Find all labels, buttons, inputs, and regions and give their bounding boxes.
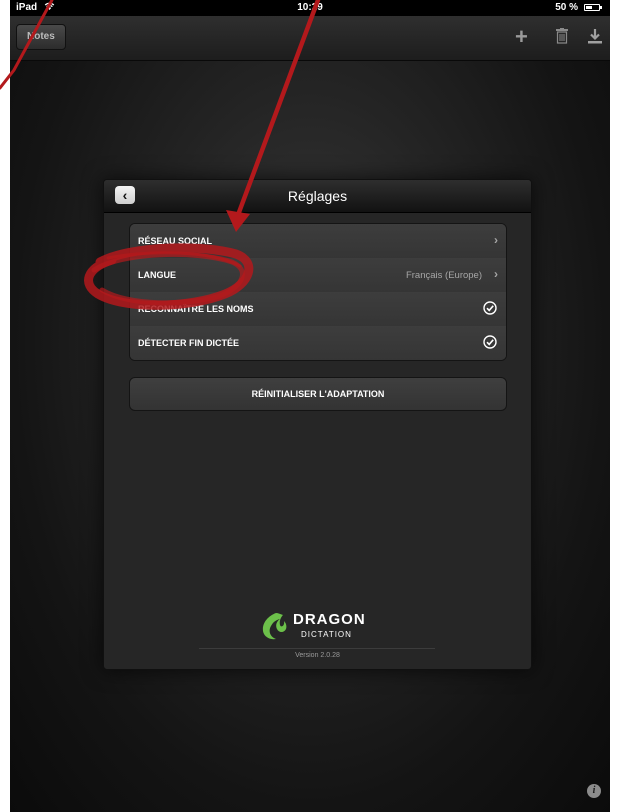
- trash-icon[interactable]: [556, 28, 568, 49]
- notes-button[interactable]: Notes: [16, 24, 66, 50]
- divider: [199, 648, 435, 649]
- ipad-screen: iPad 10:29 50 % Notes + ‹ Réglages RÉSEA…: [10, 0, 610, 812]
- navigation-bar: Notes +: [10, 16, 610, 61]
- setting-label: LANGUE: [138, 270, 176, 280]
- clock: 10:29: [297, 2, 323, 13]
- settings-header: ‹ Réglages: [104, 180, 531, 213]
- brand-subtitle: DICTATION: [301, 630, 352, 639]
- checkmark-circle-icon[interactable]: [483, 335, 497, 354]
- page-title: Réglages: [287, 188, 348, 204]
- battery-percentage: 50 %: [555, 2, 578, 13]
- settings-list: RÉSEAU SOCIAL › LANGUE Français (Europe)…: [129, 223, 507, 361]
- checkmark-circle-icon[interactable]: [483, 301, 497, 320]
- status-bar: iPad 10:29 50 %: [10, 0, 610, 16]
- info-icon[interactable]: i: [587, 784, 601, 798]
- setting-label: RÉSEAU SOCIAL: [138, 236, 213, 246]
- plus-icon[interactable]: +: [515, 24, 528, 50]
- dragon-logo: DRAGON DICTATION: [259, 610, 379, 642]
- setting-row-recognize-names[interactable]: RECONNAÎTRE LES NOMS: [130, 292, 506, 327]
- brand-name: DRAGON: [293, 611, 366, 628]
- chevron-right-icon: ›: [494, 233, 498, 247]
- battery-icon: [584, 4, 602, 11]
- setting-value: Français (Europe): [405, 270, 482, 281]
- chevron-right-icon: ›: [494, 267, 498, 281]
- dragon-flame-logo: [259, 612, 289, 645]
- settings-panel: ‹ Réglages RÉSEAU SOCIAL › LANGUE França…: [103, 179, 532, 670]
- setting-label: RECONNAÎTRE LES NOMS: [138, 304, 254, 314]
- setting-row-social-network[interactable]: RÉSEAU SOCIAL ›: [130, 224, 506, 259]
- setting-label: DÉTECTER FIN DICTÉE: [138, 338, 240, 348]
- download-icon[interactable]: [588, 28, 602, 49]
- version-label: Version 2.0.28: [295, 652, 340, 659]
- setting-row-detect-end[interactable]: DÉTECTER FIN DICTÉE: [130, 326, 506, 360]
- reset-adaptation-button[interactable]: RÉINITIALISER L'ADAPTATION: [129, 377, 507, 411]
- setting-row-language[interactable]: LANGUE Français (Europe) ›: [130, 258, 506, 293]
